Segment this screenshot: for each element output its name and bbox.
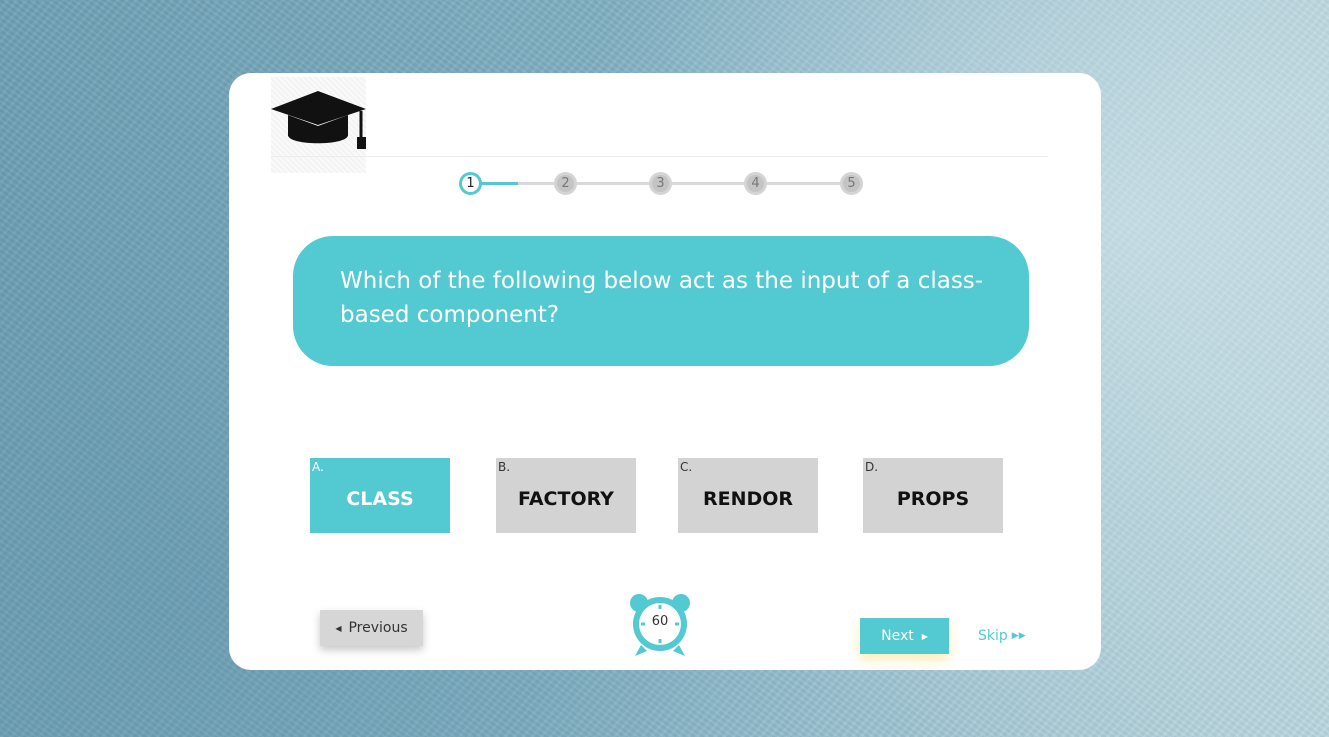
option-label: PROPS — [896, 488, 970, 510]
option-letter: C. — [680, 460, 693, 474]
option-label: RENDOR — [702, 488, 794, 510]
next-label: Next — [881, 628, 914, 644]
progress-stepper: 1 2 3 4 5 — [459, 172, 864, 196]
step-connector — [672, 182, 744, 185]
step-connector — [767, 182, 840, 185]
fast-forward-icon: ▶▶ — [1011, 631, 1026, 641]
timer: 60 — [627, 593, 693, 659]
caret-right-icon: ▶ — [921, 631, 928, 641]
skip-label: Skip — [978, 628, 1008, 644]
step-2[interactable]: 2 — [554, 172, 577, 195]
step-connector — [477, 182, 518, 185]
step-3[interactable]: 3 — [649, 172, 672, 195]
skip-button[interactable]: Skip ▶▶ — [978, 626, 1026, 646]
option-letter: A. — [312, 460, 324, 474]
step-4[interactable]: 4 — [744, 172, 767, 195]
step-connector — [518, 182, 554, 185]
option-c[interactable]: C. RENDOR — [678, 458, 818, 533]
option-a[interactable]: A. CLASS — [310, 458, 450, 533]
option-letter: D. — [865, 460, 879, 474]
step-5[interactable]: 5 — [840, 172, 863, 195]
logo — [271, 77, 366, 173]
caret-left-icon: ◀ — [335, 623, 342, 633]
next-button[interactable]: Next ▶ — [860, 618, 949, 654]
header-divider — [271, 156, 1048, 157]
previous-label: Previous — [348, 620, 408, 636]
graduation-cap-icon — [271, 91, 366, 149]
option-label: CLASS — [346, 488, 414, 510]
option-label: FACTORY — [518, 488, 614, 510]
option-letter: B. — [498, 460, 511, 474]
question-text: Which of the following below act as the … — [293, 236, 1029, 366]
step-1[interactable]: 1 — [459, 172, 482, 195]
option-b[interactable]: B. FACTORY — [496, 458, 636, 533]
previous-button[interactable]: ◀ Previous — [320, 610, 423, 646]
timer-value: 60 — [651, 614, 669, 629]
step-connector — [577, 182, 649, 185]
quiz-card: 1 2 3 4 5 Which of the following below a… — [229, 73, 1101, 670]
option-d[interactable]: D. PROPS — [863, 458, 1003, 533]
